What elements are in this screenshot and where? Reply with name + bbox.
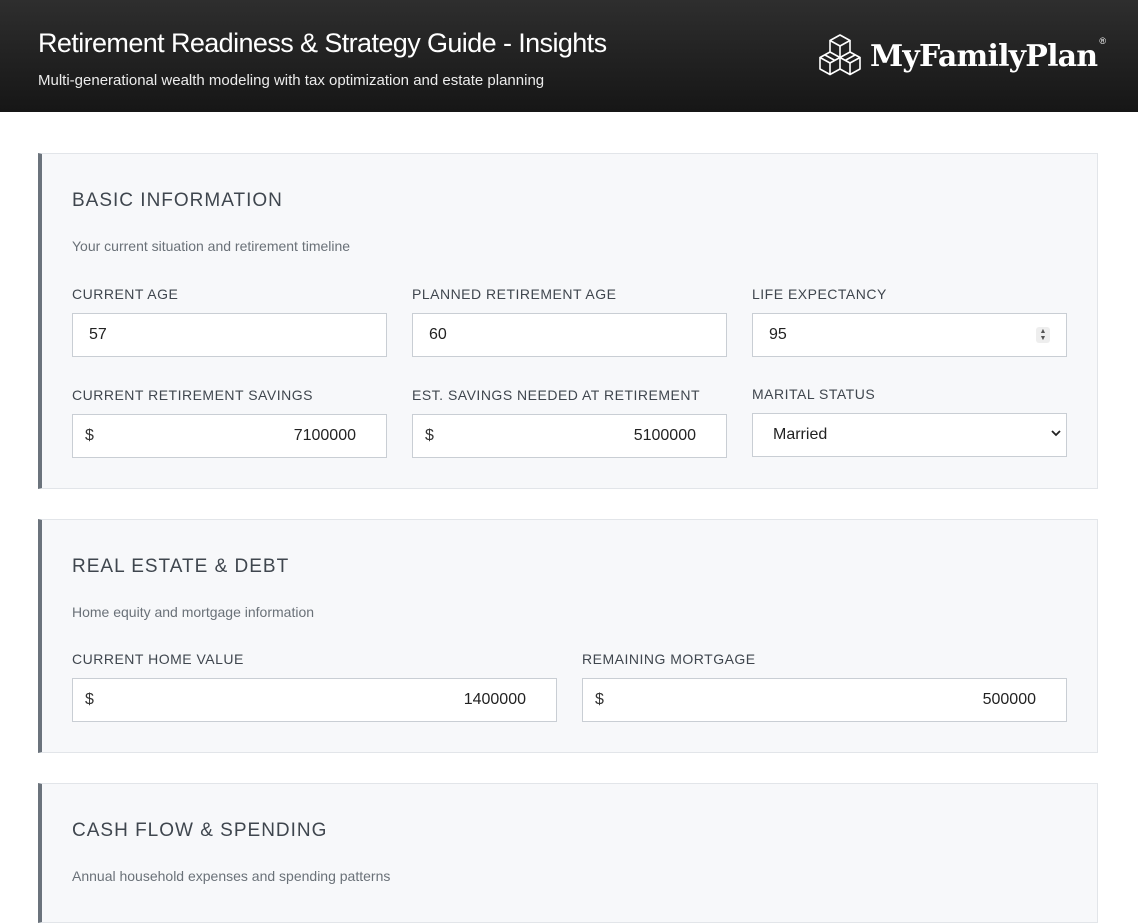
marital-status-value: Married [773, 426, 828, 443]
home-value-input[interactable]: $ 1400000 [72, 678, 557, 722]
section-title: CASH FLOW & SPENDING [72, 820, 328, 841]
life-expectancy-label: LIFE EXPECTANCY [752, 286, 887, 302]
retirement-savings-label: CURRENT RETIREMENT SAVINGS [72, 387, 313, 403]
registered-mark: ® [1099, 36, 1106, 46]
brand-name: MyFamilyPlan [870, 38, 1098, 74]
savings-needed-label: EST. SAVINGS NEEDED AT RETIREMENT [412, 387, 700, 403]
mortgage-input[interactable]: $ 500000 [582, 678, 1067, 722]
savings-needed-value: 5100000 [633, 427, 696, 444]
current-age-input[interactable]: 57 [72, 313, 387, 357]
marital-status-label: MARITAL STATUS [752, 386, 876, 402]
page-title: Retirement Readiness & Strategy Guide - … [38, 28, 607, 58]
section-title: BASIC INFORMATION [72, 190, 283, 211]
savings-needed-input[interactable]: $ 5100000 [412, 414, 727, 458]
retirement-age-value: 60 [429, 326, 447, 343]
section-description: Home equity and mortgage information [72, 604, 315, 620]
page-subtitle: Multi-generational wealth modeling with … [38, 72, 545, 89]
mortgage-label: REMAINING MORTGAGE [582, 651, 756, 667]
retirement-savings-input[interactable]: $ 7100000 [72, 414, 387, 458]
app-header: Retirement Readiness & Strategy Guide - … [0, 0, 1138, 112]
mortgage-value: 500000 [982, 691, 1036, 708]
currency-prefix: $ [425, 427, 434, 444]
chevron-down-icon [1050, 426, 1062, 442]
section-basic-information: BASIC INFORMATION Your current situation… [38, 153, 1098, 489]
retirement-age-label: PLANNED RETIREMENT AGE [412, 286, 617, 302]
section-cash-flow-spending: CASH FLOW & SPENDING Annual household ex… [38, 783, 1098, 923]
currency-prefix: $ [85, 427, 94, 444]
retirement-savings-value: 7100000 [293, 427, 356, 444]
marital-status-select[interactable]: Married [752, 413, 1067, 457]
retirement-age-input[interactable]: 60 [412, 313, 727, 357]
currency-prefix: $ [595, 691, 604, 708]
section-title: REAL ESTATE & DEBT [72, 556, 290, 577]
current-age-value: 57 [89, 326, 107, 343]
home-value-label: CURRENT HOME VALUE [72, 651, 244, 667]
life-expectancy-value: 95 [769, 326, 787, 343]
brand-logo[interactable]: MyFamilyPlan ® [816, 32, 1106, 80]
number-spinner-icon[interactable]: ▲ ▼ [1036, 327, 1050, 343]
currency-prefix: $ [85, 691, 94, 708]
section-description: Annual household expenses and spending p… [72, 868, 391, 884]
home-value-value: 1400000 [463, 691, 526, 708]
life-expectancy-input[interactable]: 95 ▲ ▼ [752, 313, 1067, 357]
section-real-estate-debt: REAL ESTATE & DEBT Home equity and mortg… [38, 519, 1098, 753]
current-age-label: CURRENT AGE [72, 286, 179, 302]
section-description: Your current situation and retirement ti… [72, 238, 351, 254]
cube-lattice-icon [819, 34, 861, 76]
